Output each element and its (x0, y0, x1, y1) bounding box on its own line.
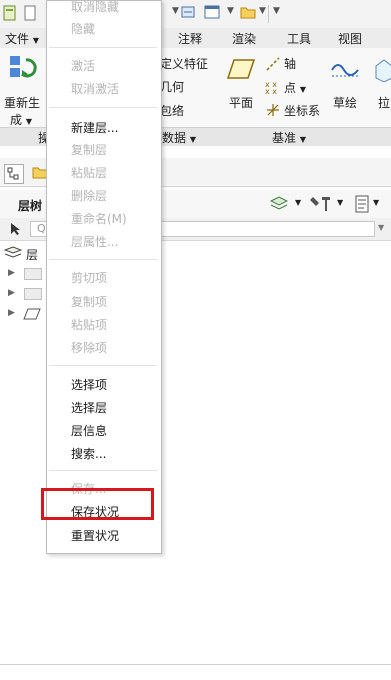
axis-icon[interactable] (265, 56, 281, 75)
menu-item-remove-items[interactable]: 移除项 (71, 339, 107, 356)
menu-item-new-layer[interactable]: 新建层... (71, 119, 118, 136)
coordinate-system-button[interactable]: 坐标系 (284, 102, 320, 119)
chevron-down-icon[interactable]: ▼ (378, 223, 384, 232)
chevron-down-icon[interactable]: ▼ (373, 198, 379, 207)
folder-icon[interactable] (240, 4, 256, 23)
menu-item-activate[interactable]: 激活 (71, 57, 95, 74)
group-data[interactable]: 数据 ▼ (162, 129, 196, 146)
menu-item-paste-layer[interactable]: 粘贴层 (71, 164, 107, 181)
tab-annotate[interactable]: 注释 (178, 30, 202, 47)
point-button[interactable]: 点 ▼ (284, 79, 306, 96)
menu-item-layer-info[interactable]: 层信息 (71, 422, 107, 439)
menu-item-delete-layer[interactable]: 删除层 (71, 187, 107, 204)
tab-tools[interactable]: 工具 (287, 30, 311, 47)
tree-expand-icon[interactable]: ▶ (8, 308, 15, 318)
regenerate-button[interactable]: 重新生 成 ▼ (4, 94, 40, 128)
plane-icon[interactable] (226, 58, 256, 83)
menu-item-copy-layer[interactable]: 复制层 (71, 141, 107, 158)
menu-item-paste-items[interactable]: 粘贴项 (71, 316, 107, 333)
menu-separator (49, 107, 157, 108)
toolbar-divider (268, 5, 269, 23)
file-new-icon[interactable] (2, 5, 18, 24)
shrinkwrap-button[interactable]: 包络 (160, 102, 184, 119)
layer-item-icon[interactable] (24, 288, 42, 300)
axis-button[interactable]: 轴 (284, 55, 296, 72)
menu-separator (49, 259, 157, 260)
extrude-icon[interactable] (374, 58, 391, 85)
menu-item-copy-items[interactable]: 复制项 (71, 293, 107, 310)
menu-separator (49, 47, 157, 48)
menu-item-select-items[interactable]: 选择项 (71, 376, 107, 393)
plane-button[interactable]: 平面 (229, 94, 253, 111)
menu-item-reset-status[interactable]: 重置状况 (71, 527, 119, 544)
tab-file[interactable]: 文件 ▼ (5, 30, 39, 47)
sketch-icon[interactable] (330, 58, 360, 83)
chevron-down-icon[interactable]: ▼ (227, 6, 234, 16)
chevron-down-icon[interactable]: ▼ (295, 198, 301, 207)
layers-root-label[interactable]: 层 (26, 246, 38, 263)
menu-item-cut-items[interactable]: 剪切项 (71, 269, 107, 286)
plane-layer-icon[interactable] (23, 308, 41, 323)
tree-expand-icon[interactable]: ▶ (8, 268, 15, 278)
layers-icon[interactable] (269, 196, 289, 215)
show-settings-icon[interactable] (355, 195, 369, 216)
menu-separator (49, 470, 157, 471)
chevron-down-icon[interactable]: ▼ (259, 6, 266, 16)
layer-tree-title[interactable]: 层树 (18, 197, 42, 214)
select-arrow-icon[interactable] (9, 222, 21, 239)
menu-item-search[interactable]: 搜索... (71, 445, 106, 462)
copy-geometry-button[interactable]: 几何 (160, 78, 184, 95)
document-icon[interactable] (22, 5, 38, 24)
menu-item-deactivate[interactable]: 取消激活 (71, 80, 119, 97)
menu-item-hide[interactable]: 隐藏 (71, 20, 95, 37)
tree-expand-icon[interactable]: ▶ (8, 288, 15, 298)
menu-separator (49, 365, 157, 366)
chevron-down-icon[interactable]: ▼ (172, 6, 179, 16)
tab-render[interactable]: 渲染 (232, 30, 256, 47)
highlight-annotation (41, 488, 154, 520)
extrude-button[interactable]: 拉 (378, 94, 390, 111)
menu-item-layer-properties[interactable]: 层属性... (71, 233, 118, 250)
tools-icon[interactable] (310, 195, 332, 216)
regenerate-icon[interactable] (8, 54, 38, 91)
group-datum[interactable]: 基准 ▼ (272, 129, 306, 146)
layer-item-icon[interactable] (24, 268, 42, 280)
svg-text:x x: x x (265, 87, 277, 95)
customize-chevron-icon[interactable]: ▼ (273, 6, 280, 16)
menu-item-select-layers[interactable]: 选择层 (71, 399, 107, 416)
tab-view[interactable]: 视图 (338, 30, 362, 47)
sketch-button[interactable]: 草绘 (333, 94, 357, 111)
chevron-down-icon[interactable]: ▼ (337, 198, 343, 207)
regenerate-small-icon[interactable] (180, 4, 196, 23)
layer-context-menu: 取消隐藏 隐藏 激活 取消激活 新建层... 复制层 粘贴层 删除层 重命名(M… (46, 0, 162, 554)
menu-item-unhide[interactable]: 取消隐藏 (71, 0, 119, 15)
menu-item-rename[interactable]: 重命名(M) (71, 210, 127, 227)
bottom-divider (0, 664, 391, 665)
user-defined-feature-button[interactable]: 定义特征 (160, 55, 208, 72)
coordinate-system-icon[interactable] (265, 102, 281, 121)
window-icon[interactable] (204, 4, 220, 23)
layers-root-icon (3, 246, 23, 263)
model-tree-tab-icon[interactable] (4, 164, 24, 184)
point-icon[interactable]: x xx x (265, 79, 281, 98)
